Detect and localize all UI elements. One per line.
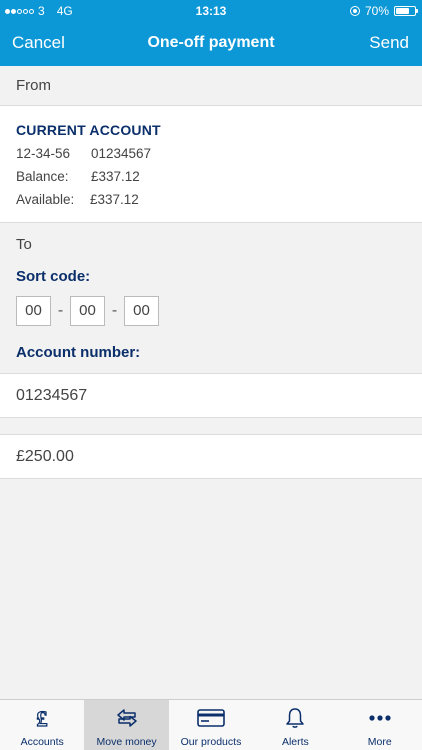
tab-accounts[interactable]: £ Accounts: [0, 700, 84, 750]
transfer-arrows-icon: [84, 707, 168, 729]
account-details-row: 12-34-56 01234567: [16, 146, 406, 161]
tab-bar: £ Accounts Move money Our products Alert…: [0, 699, 422, 750]
more-dots-icon: [338, 707, 422, 729]
tab-label: Accounts: [20, 736, 64, 748]
page-title: One-off payment: [147, 34, 275, 51]
nav-bar: Cancel One-off payment Send: [0, 22, 422, 66]
rotation-lock-icon: [349, 6, 360, 16]
battery-icon: [394, 6, 418, 16]
account-number-label: Account number:: [16, 344, 141, 361]
sort-code-separator: -: [57, 302, 64, 319]
available-label: Available:: [16, 192, 75, 207]
status-right: 70%: [349, 4, 418, 18]
tab-label: Move money: [96, 736, 157, 748]
from-account-card[interactable]: CURRENT ACCOUNT 12-34-56 01234567 Balanc…: [0, 106, 422, 223]
from-header: From: [0, 66, 422, 106]
tab-label: More: [367, 736, 392, 748]
from-sort-code: 12-34-56: [16, 146, 71, 161]
send-button[interactable]: Send: [369, 33, 409, 53]
battery-percent: 70%: [364, 4, 389, 18]
balance-row: Balance: £337.12: [16, 169, 406, 184]
tab-label: Alerts: [281, 736, 309, 748]
sort-code-field-1[interactable]: 00: [16, 296, 51, 326]
svg-text:£: £: [37, 706, 48, 730]
account-number-field[interactable]: 01234567: [0, 373, 422, 418]
balance-label: Balance:: [16, 169, 69, 184]
from-account-number: 01234567: [91, 146, 152, 161]
sort-code-inputs: 00 - 00 - 00: [16, 296, 159, 326]
sort-code-label: Sort code:: [16, 268, 91, 285]
tab-label: Our products: [180, 736, 242, 748]
amount-field[interactable]: £250.00: [0, 434, 422, 479]
tab-alerts[interactable]: Alerts: [253, 700, 337, 750]
account-name: CURRENT ACCOUNT: [16, 122, 161, 138]
pound-icon: £: [0, 706, 84, 730]
available-row: Available: £337.12: [16, 192, 406, 207]
tab-move-money[interactable]: Move money: [84, 700, 169, 750]
status-bar: 3 4G 13:13 70%: [0, 0, 422, 22]
balance-value: £337.12: [91, 169, 140, 184]
card-icon: [169, 707, 253, 729]
bell-icon: [253, 707, 337, 729]
tab-our-products[interactable]: Our products: [169, 700, 253, 750]
tab-more[interactable]: More: [338, 700, 422, 750]
sort-code-field-2[interactable]: 00: [70, 296, 105, 326]
sort-code-field-3[interactable]: 00: [124, 296, 159, 326]
to-header: To: [16, 236, 32, 253]
sort-code-separator: -: [111, 302, 118, 319]
available-value: £337.12: [90, 192, 139, 207]
